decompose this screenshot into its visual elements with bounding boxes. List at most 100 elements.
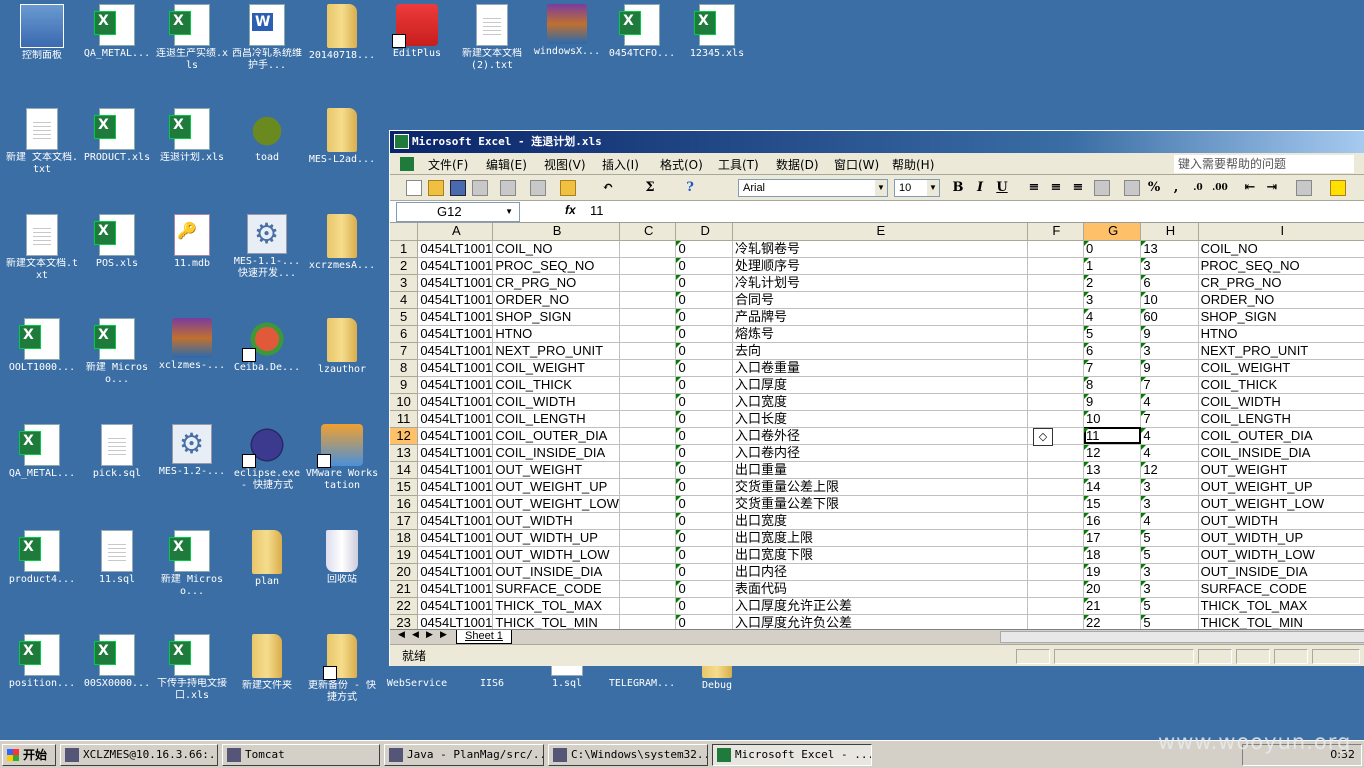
cell-f[interactable] (1027, 529, 1085, 547)
desktop-icon[interactable]: QA_METAL... (80, 4, 154, 60)
cell-i[interactable]: COIL_LENGTH (1198, 410, 1364, 428)
paste-icon[interactable] (560, 180, 576, 196)
cell-c[interactable] (619, 546, 677, 564)
cell-c[interactable] (619, 274, 677, 292)
cell-d[interactable]: 0 (675, 580, 734, 598)
cell-a[interactable]: 0454LT1001 (417, 240, 494, 258)
row-header[interactable]: 5 (390, 308, 419, 326)
cell-e[interactable]: 冷轧钢卷号 (732, 240, 1028, 258)
cell-g[interactable]: 18 (1083, 546, 1142, 564)
select-all-corner[interactable] (390, 223, 419, 241)
error-smart-tag-icon[interactable]: ◇ (1033, 428, 1053, 446)
desktop-icon[interactable]: 更新备份 - 快捷方式 (305, 634, 379, 704)
desktop-icon[interactable]: product4... (5, 530, 79, 586)
cell-b[interactable]: OUT_WIDTH_UP (492, 529, 620, 547)
cell-f[interactable] (1027, 240, 1085, 258)
cell-a[interactable]: 0454LT1001 (417, 495, 494, 513)
cell-i[interactable]: NEXT_PRO_UNIT (1198, 342, 1364, 360)
cell-g[interactable]: 14 (1083, 478, 1142, 496)
cell-g[interactable]: 12 (1083, 444, 1142, 462)
first-sheet-icon[interactable]: ◀ (398, 630, 405, 640)
row-header[interactable]: 19 (390, 546, 419, 564)
row-header[interactable]: 14 (390, 461, 419, 479)
desktop-icon[interactable]: xcrzmesA... (305, 214, 379, 272)
cell-b[interactable]: OUT_WIDTH (492, 512, 620, 530)
cell-e[interactable]: 入口卷内径 (732, 444, 1028, 462)
cell-b[interactable]: COIL_OUTER_DIA (492, 427, 620, 445)
cell-a[interactable]: 0454LT1001 (417, 614, 494, 629)
cell-h[interactable]: 5 (1140, 597, 1199, 615)
cell-b[interactable]: OUT_INSIDE_DIA (492, 563, 620, 581)
cell-i[interactable]: THICK_TOL_MIN (1198, 614, 1364, 629)
task-cmd[interactable]: C:\Windows\system32... (548, 744, 708, 766)
cell-c[interactable] (619, 240, 677, 258)
cell-b[interactable]: HTNO (492, 325, 620, 343)
search-icon[interactable] (530, 180, 546, 196)
cell-g[interactable]: 21 (1083, 597, 1142, 615)
cell-f[interactable] (1027, 614, 1085, 629)
cell-b[interactable]: OUT_WEIGHT (492, 461, 620, 479)
cell-c[interactable] (619, 529, 677, 547)
cell-i[interactable]: OUT_INSIDE_DIA (1198, 563, 1364, 581)
cell-f[interactable] (1027, 597, 1085, 615)
row-header[interactable]: 6 (390, 325, 419, 343)
cell-i[interactable]: SURFACE_CODE (1198, 580, 1364, 598)
cell-h[interactable]: 3 (1140, 257, 1199, 275)
cell-d[interactable]: 0 (675, 478, 734, 496)
row-header[interactable]: 4 (390, 291, 419, 309)
cell-c[interactable] (619, 444, 677, 462)
cell-c[interactable] (619, 461, 677, 479)
menu-insert[interactable]: 插入(I) (602, 156, 639, 173)
borders-icon[interactable] (1296, 180, 1312, 196)
cell-i[interactable]: COIL_OUTER_DIA (1198, 427, 1364, 445)
cell-e[interactable]: 入口卷重量 (732, 359, 1028, 377)
cell-i[interactable]: OUT_WIDTH (1198, 512, 1364, 530)
desktop-icon[interactable]: 11.sql (80, 530, 154, 586)
comma-icon[interactable]: , (1168, 180, 1184, 196)
cell-h[interactable]: 9 (1140, 359, 1199, 377)
font-name-select[interactable]: Arial ▼ (738, 179, 888, 197)
cell-f[interactable] (1027, 444, 1085, 462)
cell-g[interactable]: 9 (1083, 393, 1142, 411)
cell-g[interactable]: 1 (1083, 257, 1142, 275)
last-sheet-icon[interactable]: ▶ (440, 630, 447, 640)
cell-a[interactable]: 0454LT1001 (417, 478, 494, 496)
cell-i[interactable]: THICK_TOL_MAX (1198, 597, 1364, 615)
cell-i[interactable]: COIL_INSIDE_DIA (1198, 444, 1364, 462)
desktop-icon[interactable]: lzauthor (305, 318, 379, 376)
row-header[interactable]: 17 (390, 512, 419, 530)
italic-icon[interactable]: I (972, 180, 988, 196)
cell-i[interactable]: OUT_WEIGHT (1198, 461, 1364, 479)
column-header-e[interactable]: E (732, 223, 1028, 241)
desktop-icon[interactable]: toad (230, 108, 304, 164)
cell-h[interactable]: 10 (1140, 291, 1199, 309)
cell-c[interactable] (619, 342, 677, 360)
cell-d[interactable]: 0 (675, 614, 734, 629)
desktop-icon[interactable]: MES-1.1-...快速开发... (230, 214, 304, 280)
cell-g[interactable]: 8 (1083, 376, 1142, 394)
row-header[interactable]: 11 (390, 410, 419, 428)
column-header-i[interactable]: I (1198, 223, 1364, 241)
cell-h[interactable]: 4 (1140, 444, 1199, 462)
cell-d[interactable]: 0 (675, 376, 734, 394)
merge-center-icon[interactable] (1094, 180, 1110, 196)
cell-i[interactable]: SHOP_SIGN (1198, 308, 1364, 326)
cell-e[interactable]: 熔炼号 (732, 325, 1028, 343)
cell-g[interactable]: 2 (1083, 274, 1142, 292)
cell-c[interactable] (619, 308, 677, 326)
cell-a[interactable]: 0454LT1001 (417, 342, 494, 360)
cell-b[interactable]: COIL_NO (492, 240, 620, 258)
help-icon[interactable]: ? (682, 180, 698, 196)
desktop-icon[interactable]: POS.xls (80, 214, 154, 270)
desktop-icon[interactable]: 新建文本文档 (2).txt (455, 4, 529, 72)
cell-b[interactable]: COIL_THICK (492, 376, 620, 394)
cell-f[interactable] (1027, 291, 1085, 309)
workbook-icon[interactable] (400, 157, 414, 171)
row-header[interactable]: 10 (390, 393, 419, 411)
cell-g[interactable]: 7 (1083, 359, 1142, 377)
cell-h[interactable]: 7 (1140, 410, 1199, 428)
desktop-icon[interactable]: VMware Workstation (305, 424, 379, 492)
cell-h[interactable]: 3 (1140, 563, 1199, 581)
cell-e[interactable]: 交货重量公差下限 (732, 495, 1028, 513)
cell-g[interactable]: 11 (1083, 427, 1142, 445)
